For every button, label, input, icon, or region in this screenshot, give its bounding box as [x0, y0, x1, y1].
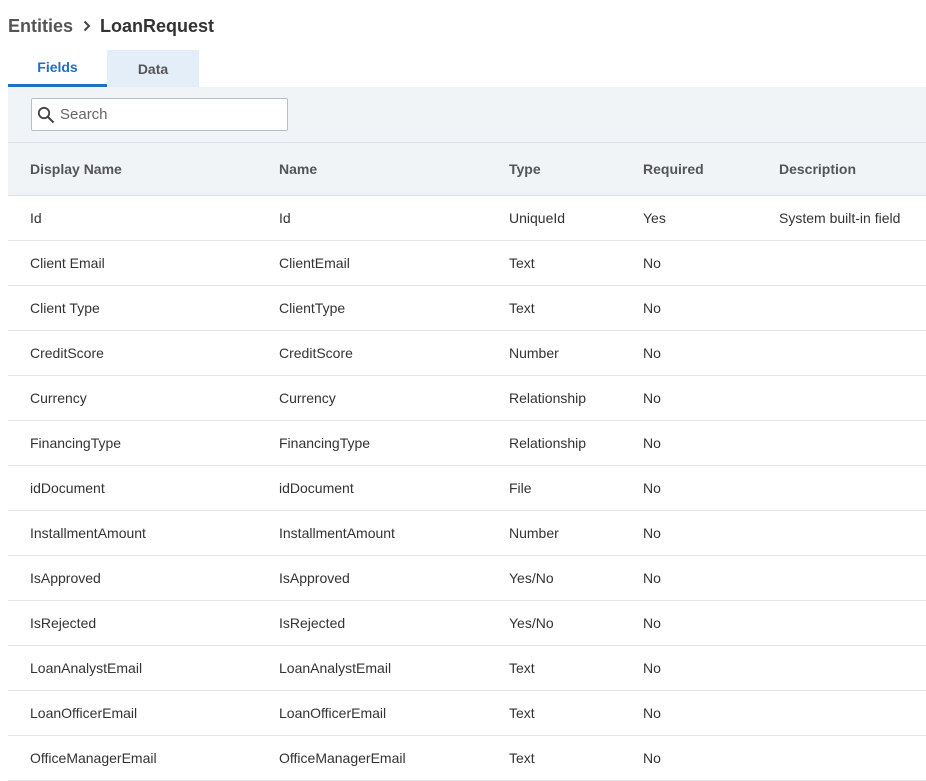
cell-display-name: Client Email [30, 254, 105, 271]
cell-name: Id [279, 209, 291, 226]
table-row[interactable]: LoanOfficerEmail LoanOfficerEmail Text No [8, 690, 926, 735]
cell-required: No [643, 749, 661, 766]
cell-name: ClientType [279, 299, 346, 316]
cell-display-name: OfficeManagerEmail [30, 749, 157, 766]
cell-name: IsRejected [279, 614, 346, 631]
breadcrumb: Entities LoanRequest [8, 14, 214, 38]
cell-display-name: Id [30, 209, 42, 226]
cell-description [779, 645, 926, 690]
cell-type: UniqueId [509, 209, 566, 226]
cell-name: idDocument [279, 479, 354, 496]
cell-name: ClientEmail [279, 254, 350, 271]
cell-display-name: Currency [30, 389, 87, 406]
cell-type: Number [509, 344, 559, 361]
cell-type: Relationship [509, 389, 587, 406]
cell-description [779, 285, 926, 330]
tab-bar: Fields Data [8, 50, 199, 87]
table-row[interactable]: InstallmentAmount InstallmentAmount Number… [8, 510, 926, 555]
cell-required: No [643, 299, 661, 316]
cell-type: Yes/No [509, 614, 554, 631]
column-header-display-name[interactable]: Display Name [8, 143, 279, 195]
table-header-row: Display Name Name Type Required Descript… [8, 143, 926, 195]
cell-description [779, 375, 926, 420]
cell-display-name: InstallmentAmount [30, 524, 146, 541]
cell-type: Text [509, 749, 535, 766]
cell-required: No [643, 344, 661, 361]
table-row[interactable]: CreditScore CreditScore Number No [8, 330, 926, 375]
column-header-description[interactable]: Description [779, 143, 926, 195]
chevron-right-icon [83, 20, 91, 32]
cell-description [779, 465, 926, 510]
cell-required: No [643, 659, 661, 676]
cell-name: IsApproved [279, 569, 350, 586]
table-row[interactable]: Client Type ClientType Text No [8, 285, 926, 330]
cell-display-name: LoanOfficerEmail [30, 704, 138, 721]
column-header-required[interactable]: Required [643, 143, 779, 195]
cell-required: No [643, 704, 661, 721]
table-row[interactable]: idDocument idDocument File No [8, 465, 926, 510]
cell-name: CreditScore [279, 344, 353, 361]
cell-description [779, 420, 926, 465]
table-row[interactable]: Client Email ClientEmail Text No [8, 240, 926, 285]
cell-display-name: CreditScore [30, 344, 104, 361]
cell-type: Number [509, 524, 559, 541]
cell-name: InstallmentAmount [279, 524, 395, 541]
search-box[interactable] [31, 98, 288, 131]
cell-required: No [643, 569, 661, 586]
cell-display-name: IsApproved [30, 569, 101, 586]
cell-description [779, 330, 926, 375]
table-row[interactable]: IsRejected IsRejected Yes/No No [8, 600, 926, 645]
cell-description [779, 510, 926, 555]
fields-table: Display Name Name Type Required Descript… [8, 143, 926, 781]
cell-description [779, 600, 926, 645]
column-header-name[interactable]: Name [279, 143, 509, 195]
cell-required: No [643, 524, 661, 541]
cell-required: Yes [643, 209, 666, 226]
page-title: LoanRequest [100, 15, 215, 36]
cell-name: Currency [279, 389, 336, 406]
cell-display-name: FinancingType [30, 434, 122, 451]
cell-display-name: idDocument [30, 479, 105, 496]
breadcrumb-entities-link[interactable]: Entities [8, 16, 73, 37]
table-row[interactable]: FinancingType FinancingType Relationship No [8, 420, 926, 465]
cell-display-name: Client Type [30, 299, 100, 316]
table-row[interactable]: Id Id UniqueId Yes System built-in field [8, 195, 926, 240]
cell-name: LoanOfficerEmail [279, 704, 387, 721]
cell-display-name: IsRejected [30, 614, 97, 631]
cell-required: No [643, 434, 661, 451]
search-icon [37, 106, 55, 124]
search-input[interactable] [60, 106, 270, 123]
table-row[interactable]: Currency Currency Relationship No [8, 375, 926, 420]
cell-required: No [643, 389, 661, 406]
cell-required: No [643, 479, 661, 496]
cell-description [779, 735, 926, 780]
cell-name: LoanAnalystEmail [279, 659, 392, 676]
cell-display-name: LoanAnalystEmail [30, 659, 143, 676]
cell-name: FinancingType [279, 434, 371, 451]
cell-description [779, 555, 926, 600]
cell-type: Text [509, 254, 535, 271]
cell-description [779, 240, 926, 285]
table-row[interactable]: LoanAnalystEmail LoanAnalystEmail Text No [8, 645, 926, 690]
search-toolbar [8, 87, 926, 143]
tab-fields[interactable]: Fields [8, 50, 107, 87]
cell-name: OfficeManagerEmail [279, 749, 406, 766]
fields-panel: Display Name Name Type Required Descript… [8, 87, 926, 781]
cell-required: No [643, 614, 661, 631]
cell-type: Text [509, 704, 535, 721]
cell-type: Text [509, 299, 535, 316]
cell-type: Yes/No [509, 569, 554, 586]
table-body: Id Id UniqueId Yes System built-in field Clie… [8, 195, 926, 780]
table-row[interactable]: IsApproved IsApproved Yes/No No [8, 555, 926, 600]
cell-type: Relationship [509, 434, 587, 451]
cell-description [779, 690, 926, 735]
cell-type: File [509, 479, 532, 496]
cell-description: System built-in field [779, 209, 901, 226]
table-row[interactable]: OfficeManagerEmail OfficeManagerEmail Text… [8, 735, 926, 780]
cell-type: Text [509, 659, 535, 676]
cell-required: No [643, 254, 661, 271]
column-header-type[interactable]: Type [509, 143, 643, 195]
tab-data[interactable]: Data [107, 50, 199, 87]
